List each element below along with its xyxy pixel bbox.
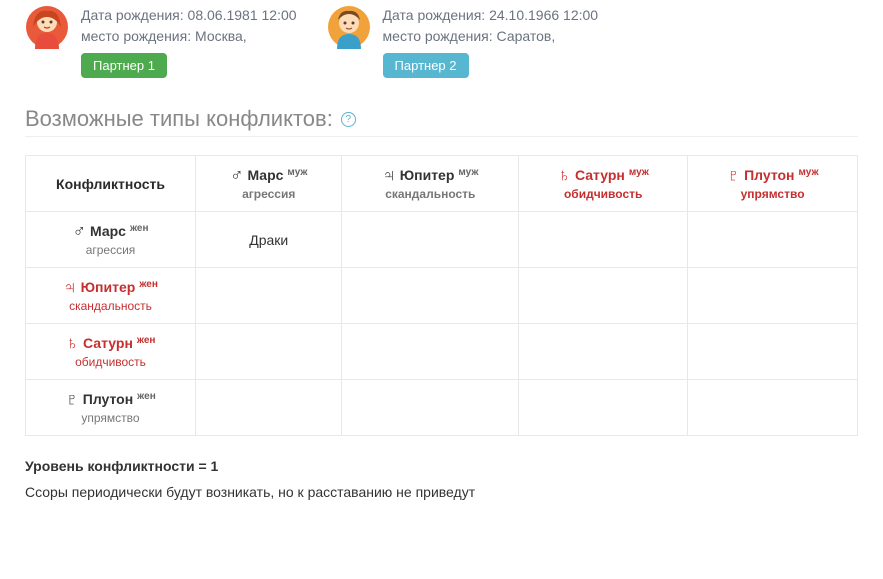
row-header-3: ♇ Плутон жен упрямство [26,380,196,436]
footer: Уровень конфликтности = 1 Ссоры периодич… [25,458,858,500]
row-header-2: ♄ Сатурн жен обидчивость [26,324,196,380]
section-title-text: Возможные типы конфликтов: [25,106,333,132]
cell-3-1 [342,380,519,436]
avatar-male-icon [327,5,371,49]
row-header-0: ♂ Марс жен агрессия [26,212,196,268]
trait-label: скандальность [385,187,475,201]
place-label: место рождения: [81,28,191,44]
table-header-row: Конфликтность ♂ Марс муж агрессия ♃ Юпитер… [26,156,858,212]
cell-3-2 [519,380,688,436]
partner-1-info: Дата рождения: 08.06.1981 12:00 место ро… [81,5,297,78]
cell-1-0 [196,268,342,324]
cell-2-3 [688,324,858,380]
partner-2: Дата рождения: 24.10.1966 12:00 место ро… [327,5,599,78]
planet-name: Марс [247,167,283,183]
planet-glyph-icon: ♄ [557,166,571,184]
trait-label: скандальность [69,299,152,313]
gender-label: жен [137,335,156,346]
planet-glyph-icon: ♄ [66,334,80,352]
planet-glyph-icon: ♇ [65,390,79,408]
table-row: ♄ Сатурн жен обидчивость [26,324,858,380]
partner-1: Дата рождения: 08.06.1981 12:00 место ро… [25,5,297,78]
cell-1-2 [519,268,688,324]
col-header-0: ♂ Марс муж агрессия [196,156,342,212]
birth-value: 08.06.1981 12:00 [188,7,297,23]
birth-value: 24.10.1966 12:00 [489,7,598,23]
trait-label: упрямство [741,187,805,201]
section-title: Возможные типы конфликтов: ? [25,106,858,132]
trait-label: агрессия [242,187,295,201]
col-header-1: ♃ Юпитер муж скандальность [342,156,519,212]
planet-name: Плутон [744,167,794,183]
partner-2-info: Дата рождения: 24.10.1966 12:00 место ро… [383,5,599,78]
gender-label: муж [799,167,819,178]
place-value: Москва, [195,28,247,44]
cell-0-3 [688,212,858,268]
planet-name: Юпитер [81,279,136,295]
help-icon[interactable]: ? [341,112,356,127]
table-body: ♂ Марс жен агрессия Драки ♃ Юпитер жен сканд… [26,212,858,436]
table-row: ♂ Марс жен агрессия Драки [26,212,858,268]
planet-glyph-icon: ♂ [72,222,86,240]
conflict-note: Ссоры периодически будут возникать, но к… [25,484,858,500]
birth-label: Дата рождения: [383,7,486,23]
row-header-1: ♃ Юпитер жен скандальность [26,268,196,324]
cell-2-2 [519,324,688,380]
trait-label: обидчивость [75,355,146,369]
gender-label: муж [458,167,478,178]
cell-3-3 [688,380,858,436]
planet-name: Юпитер [400,167,455,183]
col-header-3: ♇ Плутон муж упрямство [688,156,858,212]
gender-label: муж [287,167,307,178]
planet-name: Марс [90,223,126,239]
planet-glyph-icon: ♇ [727,166,741,184]
table-row: ♇ Плутон жен упрямство [26,380,858,436]
place-label: место рождения: [383,28,493,44]
partner-1-badge: Партнер 1 [81,53,167,78]
planet-name: Плутон [83,391,133,407]
cell-1-3 [688,268,858,324]
planet-glyph-icon: ♂ [230,166,244,184]
table-row: ♃ Юпитер жен скандальность [26,268,858,324]
planet-name: Сатурн [83,335,133,351]
trait-label: агрессия [86,243,136,257]
trait-label: обидчивость [564,187,642,201]
cell-0-1 [342,212,519,268]
col-header-2: ♄ Сатурн муж обидчивость [519,156,688,212]
gender-label: жен [137,391,156,402]
cell-2-1 [342,324,519,380]
cell-1-1 [342,268,519,324]
planet-name: Сатурн [575,167,625,183]
place-value: Саратов, [497,28,556,44]
table-corner: Конфликтность [26,156,196,212]
gender-label: жен [130,223,149,234]
planet-glyph-icon: ♃ [382,166,396,184]
birth-label: Дата рождения: [81,7,184,23]
partner-2-badge: Партнер 2 [383,53,469,78]
cell-3-0 [196,380,342,436]
trait-label: упрямство [81,411,139,425]
planet-glyph-icon: ♃ [63,278,77,296]
conflict-table: Конфликтность ♂ Марс муж агрессия ♃ Юпитер… [25,155,858,436]
cell-2-0 [196,324,342,380]
partners-row: Дата рождения: 08.06.1981 12:00 место ро… [25,5,858,78]
gender-label: жен [139,279,158,290]
conflict-level: Уровень конфликтности = 1 [25,458,858,474]
gender-label: муж [629,167,649,178]
divider [25,136,858,137]
cell-0-2 [519,212,688,268]
avatar-female-icon [25,5,69,49]
cell-0-0: Драки [196,212,342,268]
